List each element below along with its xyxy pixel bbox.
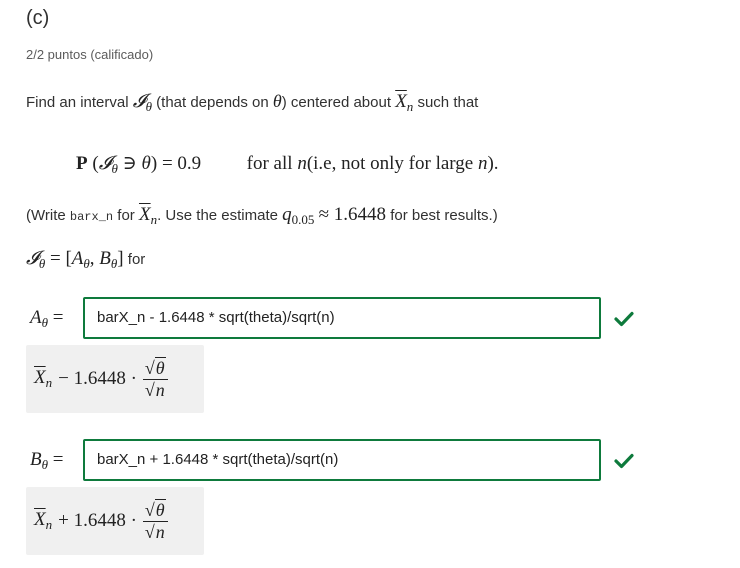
hint-for: for [117, 207, 135, 224]
hint-after: . Use the estimate [157, 207, 278, 224]
prob-symbol: P [76, 153, 88, 174]
hint-code: barx_n [69, 210, 114, 224]
b-theta-input[interactable]: barX_n + 1.6448 * sqrt(theta)/sqrt(n) [83, 439, 601, 481]
hint-open: (Write [26, 207, 66, 224]
math-theta: θ [272, 91, 282, 111]
question-mid2: ) centered about [281, 94, 392, 111]
b-theta-label: Bθ = [30, 449, 64, 472]
a-theta-label: Aθ = [30, 307, 64, 330]
prob-equals: = 0.9 [161, 153, 202, 174]
question-prefix: Find an interval [26, 94, 129, 111]
b-theta-preview: Xn + 1.6448 · √θ √n [26, 487, 204, 555]
hint-approx: ≈ 1.6448 [318, 204, 387, 225]
a-preview-operator: − 1.6448 · [58, 368, 137, 389]
question-text: Find an interval 𝓘θ (that depends on θ) … [26, 89, 478, 119]
display-equation: P (𝓘θ ∋ θ) = 0.9 for all n(i.e, not only… [76, 153, 499, 176]
eq-tail-middle: (i.e, not only for large [306, 153, 474, 174]
a-theta-preview: Xn − 1.6448 · √θ √n [26, 345, 204, 413]
question-suffix: such that [417, 94, 479, 111]
hint-text: (Write barx_n for Xn. Use the estimate q… [26, 204, 498, 227]
eq-tail-end: ). [487, 153, 499, 174]
hint-end: for best results.) [390, 207, 498, 224]
checkmark-icon [614, 311, 634, 327]
math-xbar: Xn [395, 91, 414, 114]
checkmark-icon [614, 453, 634, 469]
b-preview-operator: + 1.6448 · [58, 510, 137, 531]
interval-for: for [127, 251, 146, 268]
interval-definition: 𝓘θ = [Aθ, Bθ] for [26, 248, 146, 271]
eq-tail-forall: for all [246, 153, 293, 174]
math-interval-I: 𝓘θ [132, 91, 152, 114]
a-theta-input[interactable]: barX_n - 1.6448 * sqrt(theta)/sqrt(n) [83, 297, 601, 339]
score-text: 2/2 puntos (calificado) [26, 47, 154, 62]
question-mid1: (that depends on [156, 94, 269, 111]
part-label: (c) [26, 7, 50, 29]
